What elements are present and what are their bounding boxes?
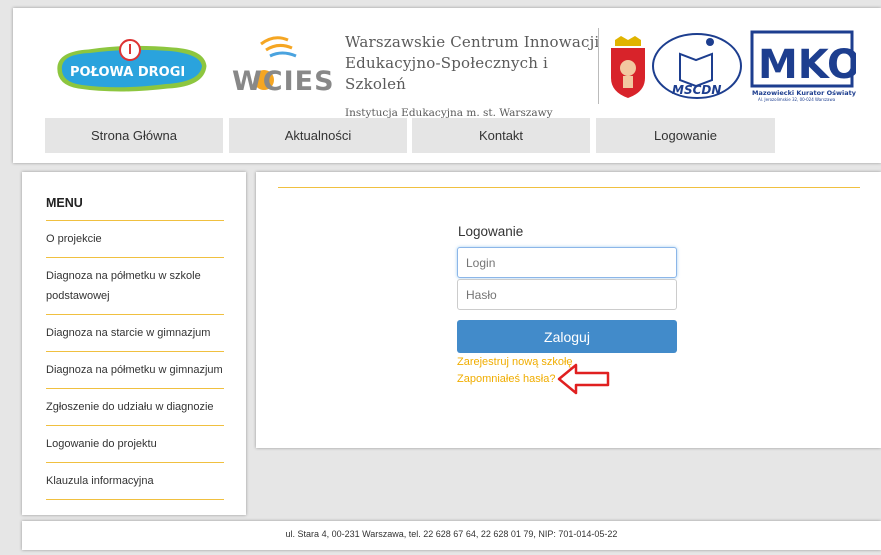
mscdn-logo-text: MSCDN <box>672 83 721 97</box>
menu-item-klauzula[interactable]: Klauzula informacyjna <box>46 463 224 500</box>
menu-item-diagnoza-polmetek-gimnazjum[interactable]: Diagnoza na półmetku w gimnazjum <box>46 352 224 389</box>
login-heading: Logowanie <box>458 224 524 239</box>
password-input[interactable] <box>457 279 677 310</box>
menu-item-zgloszenie[interactable]: Zgłoszenie do udziału w diagnozie <box>46 389 224 426</box>
menu-item-logowanie-projekt[interactable]: Logowanie do projektu <box>46 426 224 463</box>
footer-address: ul. Stara 4, 00-231 Warszawa, tel. 22 62… <box>285 529 618 539</box>
wcies-logo-text: WCIES <box>232 66 335 96</box>
nav-news[interactable]: Aktualności <box>229 118 407 153</box>
mko-logo-text: MKO <box>758 42 856 88</box>
mko-subcaption: Al. Jerozolimskie 32, 00-024 Warszawa <box>758 97 836 102</box>
forgot-password-link[interactable]: Zapomniałeś hasła? <box>457 373 555 385</box>
institution-line2: Edukacyjno-Społecznych i Szkoleń <box>345 54 549 93</box>
nav-home[interactable]: Strona Główna <box>45 118 223 153</box>
login-button[interactable]: Zaloguj <box>457 320 677 353</box>
content-divider <box>278 187 860 188</box>
login-panel: Logowanie Zaloguj Zarejestruj nową szkoł… <box>256 172 881 448</box>
institution-name: Warszawskie Centrum Innowacji Edukacyjno… <box>345 32 605 119</box>
login-input[interactable] <box>457 247 677 278</box>
polowa-drogi-logo[interactable]: POŁOWA DROGI <box>48 36 213 98</box>
menu-item-o-projekcie[interactable]: O projekcie <box>46 221 224 258</box>
mscdn-logo[interactable]: MSCDN <box>650 30 745 102</box>
polowa-logo-text: POŁOWA DROGI <box>70 65 185 80</box>
mko-caption: Mazowiecki Kurator Oświaty <box>752 89 856 97</box>
institution-line1: Warszawskie Centrum Innowacji <box>345 33 600 51</box>
main-navigation: Strona Główna Aktualności Kontakt Logowa… <box>45 118 775 153</box>
mko-logo[interactable]: MKO Mazowiecki Kurator Oświaty Al. Jeroz… <box>748 30 861 102</box>
nav-login[interactable]: Logowanie <box>596 118 775 153</box>
footer: ul. Stara 4, 00-231 Warszawa, tel. 22 62… <box>22 521 881 550</box>
menu-list: O projekcie Diagnoza na półmetku w szkol… <box>46 220 224 500</box>
sidebar: MENU O projekcie Diagnoza na półmetku w … <box>22 172 246 515</box>
red-arrow-icon <box>557 363 610 395</box>
nav-contact[interactable]: Kontakt <box>412 118 590 153</box>
menu-item-diagnoza-polmetek-szkola[interactable]: Diagnoza na półmetku w szkole podstawowe… <box>46 258 224 315</box>
header-divider <box>598 28 599 104</box>
menu-title: MENU <box>46 196 83 210</box>
warsaw-coat-of-arms-logo[interactable] <box>607 34 649 100</box>
menu-item-diagnoza-start-gimnazjum[interactable]: Diagnoza na starcie w gimnazjum <box>46 315 224 352</box>
wcies-logo[interactable]: WCIES <box>226 30 346 97</box>
